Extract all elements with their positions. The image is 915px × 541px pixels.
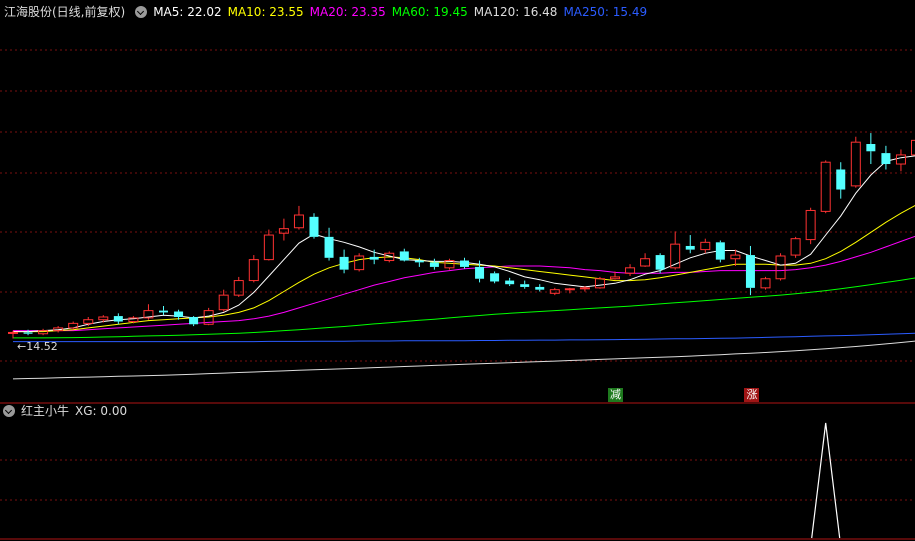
candle	[836, 162, 846, 199]
indicator-name: 红主小牛	[21, 404, 70, 418]
candle	[460, 257, 469, 269]
candle	[745, 245, 755, 296]
candle	[444, 258, 455, 270]
candle	[881, 145, 891, 170]
candle	[911, 139, 915, 156]
ma60-label: MA60: 19.45	[391, 5, 468, 19]
chevron-down-icon[interactable]	[135, 6, 148, 18]
candle	[293, 205, 304, 230]
ma5-label: MA5: 22.02	[153, 5, 222, 19]
candle	[159, 306, 168, 316]
main-header: 江海股份(日线,前复权) MA5: 22.02 MA10: 23.55 MA20…	[0, 2, 653, 22]
signal-down-badge: 减	[608, 388, 623, 402]
candle	[655, 253, 665, 274]
candle	[490, 271, 500, 284]
candle	[895, 149, 906, 172]
ma120-label: MA120: 16.48	[473, 5, 558, 19]
ma250-label: MA250: 15.49	[563, 5, 648, 19]
ma20-label: MA20: 23.35	[309, 5, 386, 19]
low-price-label: ←14.52	[17, 340, 58, 354]
candle	[535, 284, 545, 292]
candle	[399, 248, 409, 262]
candle	[218, 289, 229, 312]
kline-chart	[0, 49, 915, 540]
stock-title: 江海股份(日线,前复权)	[4, 5, 126, 19]
candle	[760, 276, 771, 290]
indicator-header: 红主小牛 XG: 0.00	[0, 401, 133, 421]
ma5-line	[13, 155, 915, 333]
candle	[248, 255, 259, 283]
indicator-panel	[811, 422, 841, 539]
candle	[189, 316, 199, 327]
candle	[625, 264, 636, 277]
candle	[715, 240, 725, 263]
candle	[278, 218, 289, 241]
grid-lines	[0, 49, 915, 540]
candle	[113, 313, 123, 325]
candle	[339, 249, 349, 274]
candle	[820, 160, 831, 214]
ma60-line	[13, 277, 915, 339]
candle	[309, 213, 319, 239]
candle	[775, 253, 786, 281]
moving-average-lines	[12, 155, 915, 380]
signal-up-badge: 涨	[744, 388, 760, 402]
xg-signal-line	[811, 422, 841, 539]
candle	[324, 227, 334, 261]
candle	[594, 276, 605, 289]
indicator-xg-value: XG: 0.00	[75, 404, 128, 418]
candle	[866, 133, 876, 165]
candlestick-series	[8, 133, 915, 339]
candle	[354, 253, 365, 272]
candle	[263, 229, 274, 261]
candle	[233, 276, 244, 297]
candle	[805, 207, 816, 245]
candle	[369, 249, 379, 265]
candle	[790, 236, 801, 258]
candle	[549, 287, 560, 296]
candle	[429, 258, 439, 270]
ma10-label: MA10: 23.55	[227, 5, 304, 19]
candle	[700, 238, 711, 254]
candle	[685, 235, 695, 254]
candle	[850, 136, 861, 188]
candle	[505, 277, 515, 287]
chevron-down-icon[interactable]	[3, 405, 15, 417]
candle	[640, 253, 651, 267]
candle	[520, 280, 530, 289]
